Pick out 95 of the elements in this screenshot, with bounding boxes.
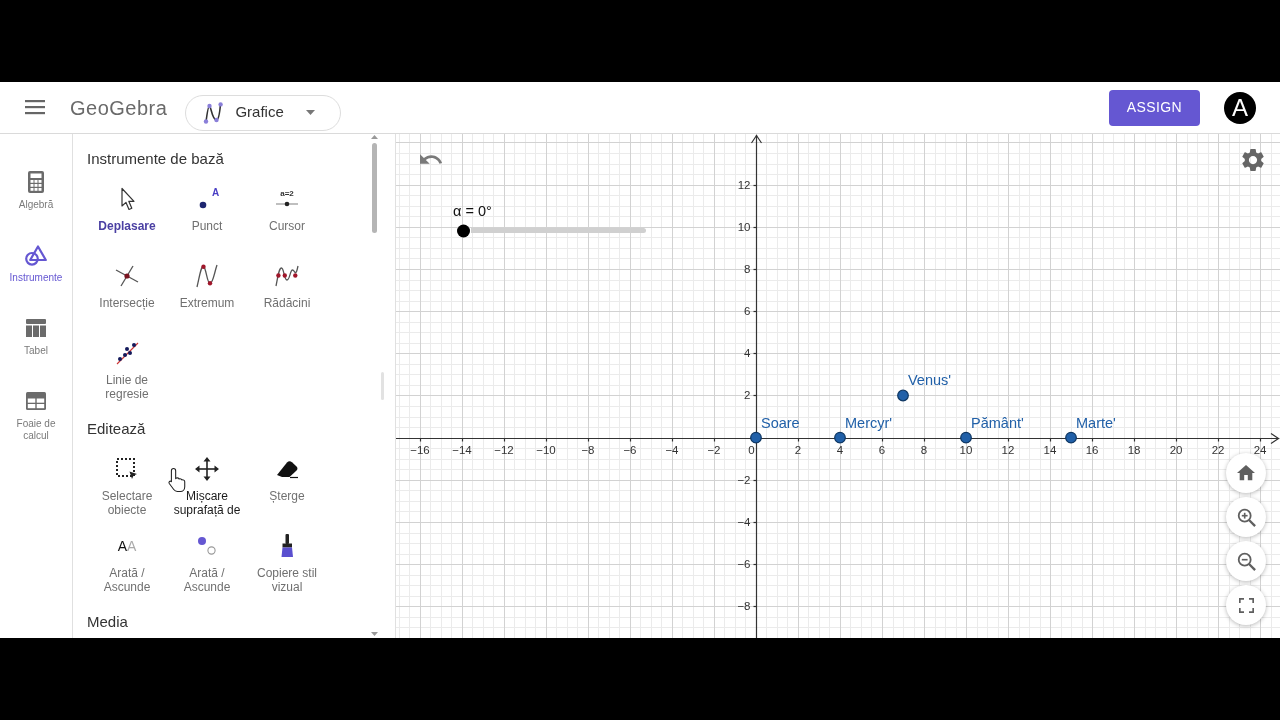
tick-label: −8 [737, 600, 751, 613]
tool-button[interactable]: a=2 Cursor [247, 185, 327, 247]
rail-tab[interactable]: Instrumente [0, 243, 72, 284]
tool-button[interactable]: Arată / Ascunde [167, 532, 247, 594]
data-point [834, 431, 846, 444]
tick-label: −8 [581, 443, 595, 456]
point-label: Mercyr' [845, 414, 893, 431]
arrow-down-icon [370, 632, 378, 636]
tool-button[interactable]: Deplasare [87, 185, 167, 247]
tool-button[interactable]: Selectare obiecte [87, 455, 167, 517]
scrollbar-thumb[interactable] [371, 143, 377, 233]
triangle-circle-icon [25, 244, 47, 266]
tick-label: 12 [1001, 443, 1015, 456]
fullscreen-icon [1238, 597, 1254, 613]
tick-label: 8 [920, 443, 928, 456]
point-label: Marte' [1076, 414, 1116, 431]
tool-button[interactable]: A Punct [167, 185, 247, 247]
tick-label: 6 [744, 305, 751, 318]
fullscreen-button[interactable] [1226, 585, 1266, 625]
tool-button[interactable]: Extremum [167, 262, 247, 324]
tick-label: −14 [452, 443, 472, 456]
tick-label: 12 [737, 178, 751, 191]
zoom-out-button[interactable] [1226, 541, 1266, 581]
rail-tab[interactable]: Algebră [0, 170, 72, 211]
settings-button[interactable] [1242, 149, 1264, 171]
slider-label: α = 0° [453, 203, 492, 220]
undo-icon [420, 154, 442, 164]
arrow-up-icon [370, 135, 378, 139]
assign-button[interactable]: ASSIGN [1108, 89, 1200, 126]
menu-button[interactable] [25, 100, 45, 115]
data-point [960, 431, 972, 444]
section-heading: Media [87, 613, 128, 631]
tool-button[interactable]: Mișcare suprafață de [167, 455, 247, 517]
tick-label: −4 [737, 516, 751, 528]
data-point [750, 431, 762, 444]
tick-label: 24 [1253, 443, 1267, 456]
tool-button[interactable]: Rădăcini [247, 262, 327, 324]
zoom-in-button[interactable] [1226, 497, 1266, 537]
home-button[interactable] [1226, 453, 1266, 493]
curve-extremum-icon [193, 262, 221, 290]
hand-cursor-icon [168, 468, 186, 492]
tick-label: 10 [737, 220, 751, 233]
tick-label: 20 [1169, 443, 1183, 456]
data-point [897, 389, 909, 402]
scrollbar[interactable] [370, 135, 378, 636]
letters-icon: AA [113, 532, 141, 560]
tick-label: 2 [794, 443, 802, 456]
tick-label: 4 [744, 347, 751, 360]
calculator-icon [28, 171, 44, 193]
zoom-out-icon [1236, 551, 1256, 571]
tick-label: −4 [665, 443, 679, 456]
app-switcher[interactable]: Grafice [185, 94, 342, 131]
point-label: Soare [761, 414, 800, 431]
rail-tab[interactable]: Tabel [0, 316, 72, 357]
section-heading: Editează [87, 420, 146, 438]
tick-label: −6 [623, 443, 637, 456]
home-icon [1237, 465, 1255, 481]
tool-button[interactable]: AA Arată / Ascunde [87, 532, 167, 594]
user-avatar[interactable]: A [1224, 91, 1256, 124]
tick-label: 18 [1127, 443, 1141, 456]
settings-icon [1242, 149, 1264, 171]
undo-button[interactable] [420, 154, 442, 164]
app-logo: GeoGebra [70, 95, 168, 120]
tick-label: 2 [744, 389, 751, 402]
tick-label: 10 [959, 443, 973, 456]
section-heading: Instrumente de bază [87, 150, 224, 168]
tick-label: 6 [878, 443, 886, 456]
menu-icon [25, 100, 45, 115]
graph-icon [203, 101, 224, 124]
tick-label: 14 [1043, 443, 1057, 456]
point-label: Venus' [908, 372, 952, 389]
tick-label: 4 [836, 443, 844, 456]
zoom-in-icon [1236, 507, 1256, 527]
tick-label: 16 [1085, 443, 1099, 456]
tick-label: −16 [410, 443, 430, 456]
tool-button[interactable]: Copiere stil vizual [247, 532, 327, 594]
rail-tab[interactable]: Foaie de calcul [0, 389, 72, 442]
tick-label: −10 [536, 443, 556, 456]
spreadsheet-icon [26, 392, 46, 410]
move-arrows-icon [193, 455, 221, 483]
tick-label: −2 [707, 443, 721, 456]
slider-thumb[interactable] [457, 224, 470, 237]
data-point [1065, 431, 1077, 444]
caret-icon [305, 110, 315, 115]
table-icon [26, 319, 46, 337]
tool-button[interactable]: Șterge [247, 455, 327, 517]
point-label: Pământ' [971, 414, 1024, 431]
tool-button[interactable]: Linie de regresie [87, 339, 167, 401]
tick-label: −2 [737, 473, 751, 486]
tick-label: −6 [737, 558, 751, 571]
tick-label: 0 [748, 443, 755, 456]
tool-button[interactable]: Intersecție [87, 262, 167, 324]
tick-label: −12 [494, 443, 514, 456]
tick-label: 8 [744, 262, 751, 275]
tick-label: 22 [1211, 443, 1225, 456]
